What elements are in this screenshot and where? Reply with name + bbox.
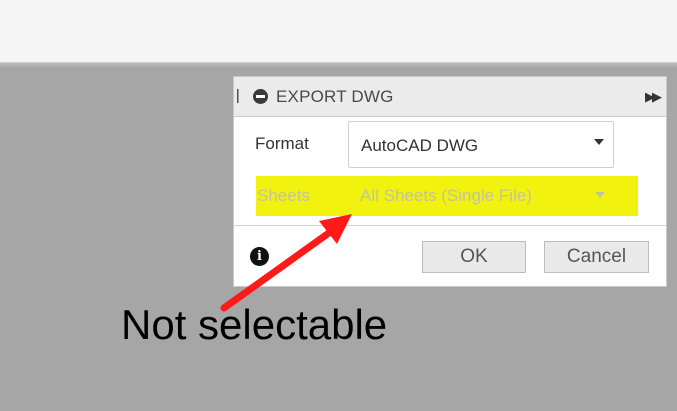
annotation-arrow xyxy=(220,214,352,312)
annotation-label: Not selectable xyxy=(121,301,388,348)
